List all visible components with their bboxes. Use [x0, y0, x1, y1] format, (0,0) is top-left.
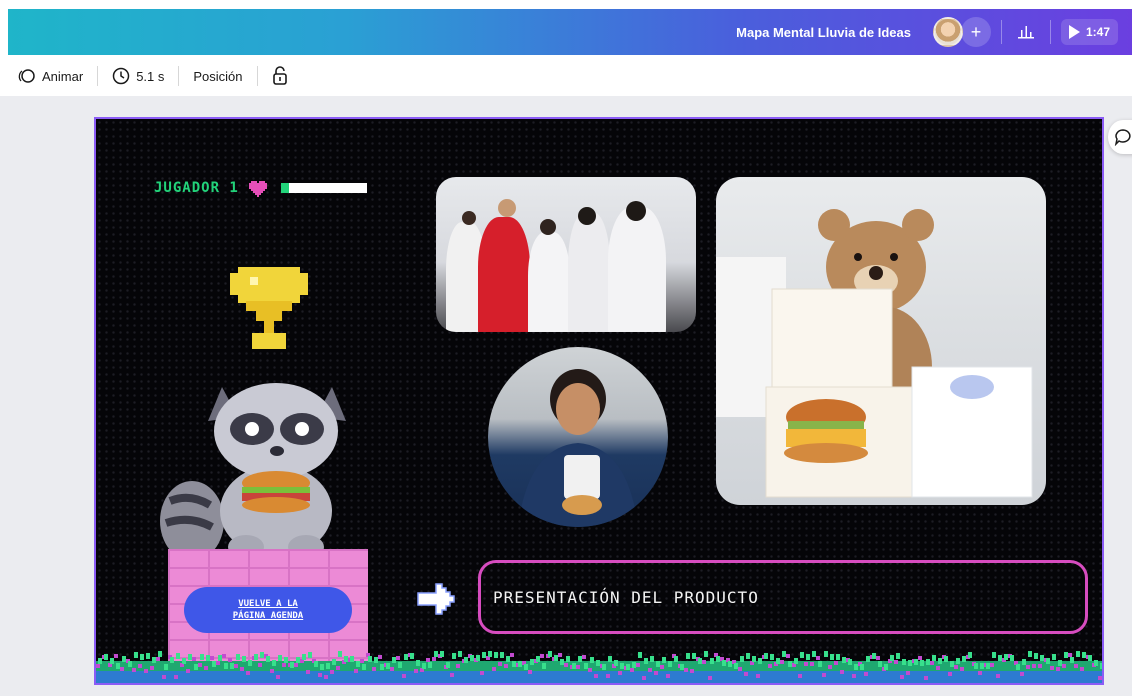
- person-head: [540, 219, 556, 235]
- person-head: [578, 207, 596, 225]
- person-figure: [478, 217, 530, 332]
- title-frame[interactable]: PRESENTACIÓN DEL PRODUCTO: [478, 560, 1088, 634]
- player-label: JUGADOR 1: [154, 180, 239, 196]
- person-head: [462, 211, 476, 225]
- insights-button[interactable]: [1012, 18, 1040, 46]
- lock-icon: [272, 66, 287, 85]
- back-button-line1: VUELVE A LA: [238, 599, 298, 609]
- trophy-icon: [230, 267, 308, 358]
- slide-title: PRESENTACIÓN DEL PRODUCTO: [493, 587, 759, 607]
- position-label: Posición: [193, 68, 243, 84]
- divider: [1000, 20, 1002, 44]
- position-button[interactable]: Posición: [187, 65, 248, 88]
- top-bar: Mapa Mental Lluvia de Ideas + 1:47: [8, 9, 1132, 55]
- back-to-agenda-button[interactable]: VUELVE A LA PÁGINA AGENDA: [184, 587, 352, 633]
- divider: [256, 66, 258, 86]
- player-hud: JUGADOR 1: [154, 179, 367, 197]
- comment-icon: [1114, 129, 1131, 146]
- clock-icon: [112, 67, 130, 85]
- divider: [1049, 20, 1051, 44]
- presenter-illustration: [518, 369, 638, 527]
- person-head: [626, 201, 646, 221]
- person-figure: [568, 212, 610, 332]
- raccoon-mascot: [156, 371, 356, 566]
- animate-button[interactable]: Animar: [12, 64, 89, 88]
- animate-icon: [18, 69, 35, 83]
- teddy-burger-illustration: [716, 209, 1033, 498]
- document-title[interactable]: Mapa Mental Lluvia de Ideas: [736, 25, 911, 40]
- back-button-line2: PÁGINA AGENDA: [232, 611, 304, 621]
- health-bar: [280, 183, 367, 193]
- lock-button[interactable]: [266, 62, 294, 90]
- person-figure: [608, 207, 666, 332]
- play-icon: [1068, 25, 1080, 39]
- animate-label: Animar: [42, 68, 84, 84]
- comment-button[interactable]: [1108, 120, 1132, 154]
- arrow-right-icon: [416, 582, 456, 621]
- pixel-grass: [96, 651, 1102, 683]
- slide-canvas[interactable]: JUGADOR 1 VUELVE A LA PÁGINA AGENDA PRES…: [94, 117, 1104, 685]
- person-figure: [528, 232, 570, 332]
- play-time: 1:47: [1085, 25, 1110, 39]
- editor-toolbar: Animar 5.1 s Posición: [0, 58, 1132, 94]
- present-button[interactable]: 1:47: [1060, 19, 1118, 45]
- divider: [97, 66, 99, 86]
- plus-icon: +: [970, 21, 982, 42]
- add-collaborator-button[interactable]: +: [960, 17, 991, 47]
- team-photo[interactable]: [436, 177, 696, 332]
- presenter-photo[interactable]: [488, 347, 668, 527]
- heart-icon: [248, 181, 267, 197]
- product-photo[interactable]: [716, 177, 1046, 505]
- duration-label: 5.1 s: [136, 68, 165, 84]
- person-head: [498, 199, 516, 217]
- duration-button[interactable]: 5.1 s: [106, 63, 170, 89]
- divider: [178, 66, 180, 86]
- avatar[interactable]: [932, 17, 963, 47]
- chart-icon: [1017, 26, 1034, 39]
